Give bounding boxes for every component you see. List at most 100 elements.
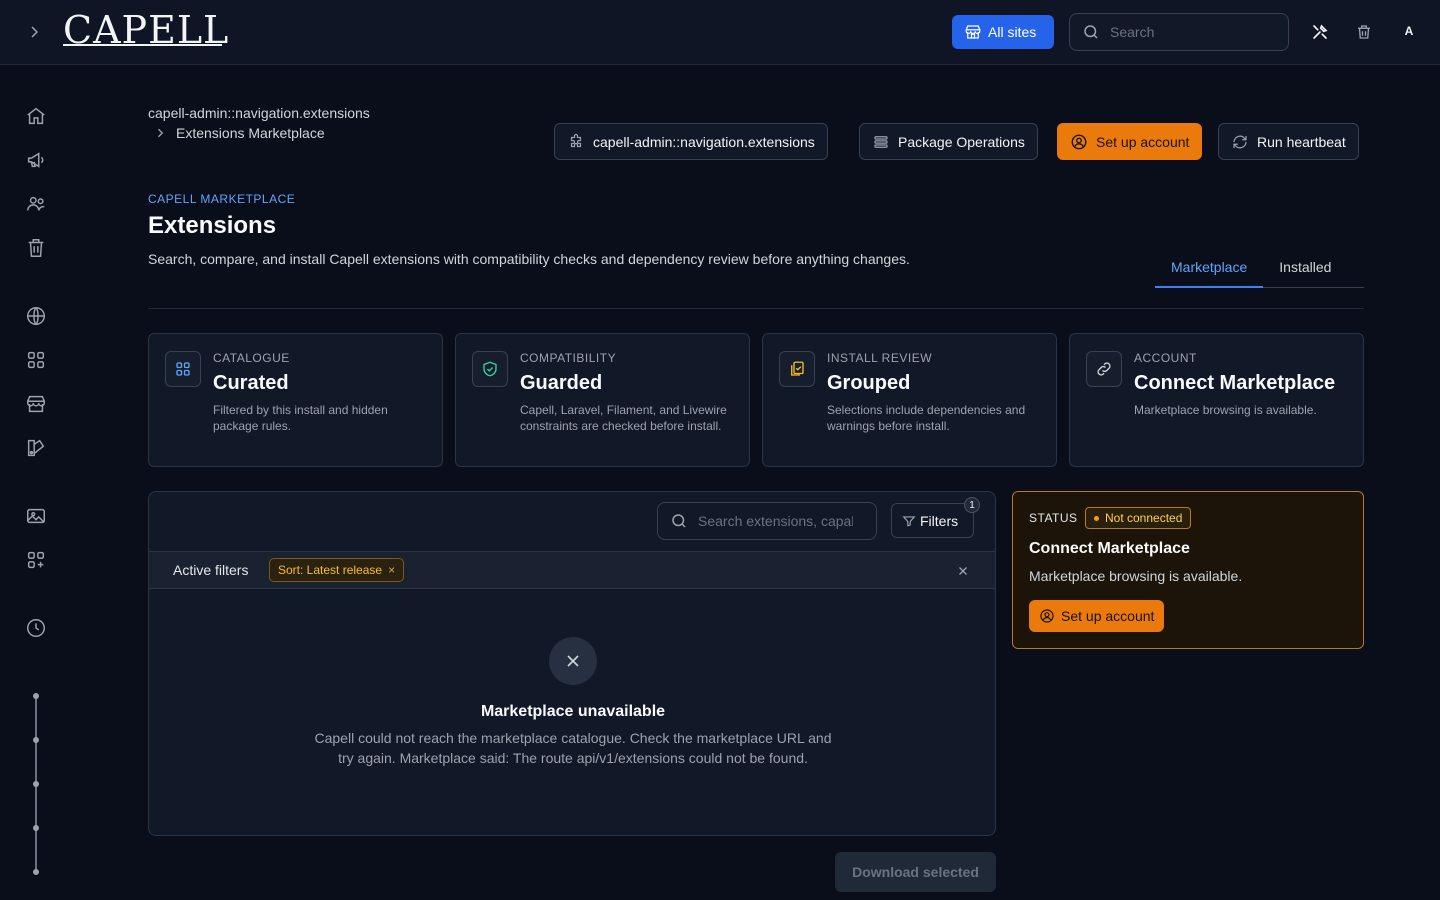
user-avatar[interactable]: A <box>1398 20 1420 42</box>
extensions-panel: Filters 1 Active filters Sort: Latest re… <box>148 491 996 836</box>
sidebar-item-announcements[interactable] <box>24 148 48 172</box>
card-description: Marketplace browsing is available. <box>1134 403 1317 417</box>
setup-account-button[interactable]: Set up account <box>1057 123 1203 160</box>
tabs: Marketplace Installed <box>1155 250 1364 288</box>
card-title: Connect Marketplace <box>1134 372 1336 394</box>
funnel-icon <box>902 515 916 526</box>
global-search[interactable] <box>1069 13 1289 51</box>
card-eyebrow: INSTALL REVIEW <box>827 351 933 365</box>
package-operations-button[interactable]: Package Operations <box>859 123 1038 160</box>
link-icon <box>1097 362 1111 376</box>
close-icon <box>959 567 967 575</box>
sidebar-item-home[interactable] <box>24 104 48 128</box>
all-sites-button[interactable]: All sites <box>952 15 1054 49</box>
filter-chip-label: Sort: Latest release <box>278 563 383 577</box>
extensions-search-input[interactable] <box>698 513 853 529</box>
storefront-icon <box>965 25 981 39</box>
status-badge-label: Not connected <box>1105 511 1183 525</box>
sidebar-item-extensions[interactable] <box>24 548 48 572</box>
page-title: Extensions <box>148 212 277 239</box>
clipboard-check-icon <box>791 361 804 376</box>
page-eyebrow: CAPELL MARKETPLACE <box>148 192 296 206</box>
sidebar-item-apps[interactable] <box>24 348 48 372</box>
tab-installed[interactable]: Installed <box>1263 250 1347 288</box>
card-title: Curated <box>213 372 289 394</box>
timeline-dot[interactable] <box>33 869 39 875</box>
card-install-review: INSTALL REVIEW Grouped Selections includ… <box>762 333 1057 467</box>
status-setup-account-button[interactable]: Set up account <box>1029 600 1165 632</box>
globe-icon <box>27 307 45 325</box>
chevron-right-icon <box>158 128 164 138</box>
trash-button[interactable] <box>1352 20 1376 44</box>
status-title: Connect Marketplace <box>1029 540 1190 557</box>
sidebar-item-users[interactable] <box>24 192 48 216</box>
status-card: STATUS Not connected Connect Marketplace… <box>1012 491 1364 649</box>
x-mark-icon <box>567 655 579 667</box>
card-account: ACCOUNT Connect Marketplace Marketplace … <box>1069 333 1364 467</box>
grid-icon <box>27 351 45 369</box>
refresh-icon <box>1233 135 1247 148</box>
clear-filters-button[interactable] <box>953 561 973 581</box>
users-icon <box>27 196 45 211</box>
squares-plus-icon <box>27 551 45 569</box>
expand-sidebar-button[interactable] <box>22 20 46 44</box>
card-icon-box <box>1086 351 1122 387</box>
setup-account-label: Set up account <box>1096 133 1190 150</box>
navigation-extensions-label: capell-admin::navigation.extensions <box>593 133 815 150</box>
timeline-dot[interactable] <box>33 781 39 787</box>
sidebar-item-sites[interactable] <box>24 304 48 328</box>
filters-button[interactable]: Filters <box>891 503 974 538</box>
card-icon-box <box>472 351 508 387</box>
clock-icon <box>27 619 45 637</box>
page-description: Search, compare, and install Capell exte… <box>148 251 910 267</box>
timeline-dot[interactable] <box>33 825 39 831</box>
trash-icon <box>28 239 44 257</box>
card-catalogue: CATALOGUE Curated Filtered by this insta… <box>148 333 443 467</box>
card-description: Filtered by this install and hidden pack… <box>213 403 388 433</box>
list-icon <box>874 135 888 148</box>
navigation-extensions-button[interactable]: capell-admin::navigation.extensions <box>554 123 828 160</box>
status-description: Marketplace browsing is available. <box>1029 568 1243 584</box>
sidebar-item-history[interactable] <box>24 616 48 640</box>
all-sites-label: All sites <box>988 24 1037 40</box>
sidebar-item-themes[interactable] <box>24 436 48 460</box>
empty-state-description: Capell could not reach the marketplace c… <box>314 730 832 766</box>
global-search-input[interactable] <box>1110 24 1270 40</box>
grid-icon <box>176 362 190 376</box>
filter-chip-sort: Sort: Latest release × <box>269 558 405 582</box>
sidebar-item-media[interactable] <box>24 504 48 528</box>
tab-marketplace[interactable]: Marketplace <box>1155 250 1264 288</box>
card-description: Capell, Laravel, Filament, and Livewire … <box>520 403 727 433</box>
sidebar-item-trash[interactable] <box>24 236 48 260</box>
logo-underline <box>63 44 222 46</box>
sidebar-item-store[interactable] <box>24 392 48 416</box>
top-bar: CAPELL All sites A <box>0 0 1440 65</box>
breadcrumb-parent[interactable]: capell-admin::navigation.extensions <box>148 105 370 121</box>
chevron-right-icon <box>31 26 39 38</box>
breadcrumb: Extensions Marketplace <box>154 125 325 141</box>
user-circle-icon <box>1040 609 1054 623</box>
search-icon <box>1084 25 1098 39</box>
extensions-search[interactable] <box>657 502 877 540</box>
run-heartbeat-button[interactable]: Run heartbeat <box>1218 123 1359 160</box>
card-description: Selections include dependencies and warn… <box>827 403 1026 433</box>
megaphone-icon <box>27 152 44 168</box>
status-badge: Not connected <box>1085 507 1192 529</box>
download-selected-button[interactable]: Download selected <box>835 852 996 892</box>
timeline-dot[interactable] <box>33 737 39 743</box>
package-operations-label: Package Operations <box>898 133 1025 150</box>
shield-check-icon <box>483 361 497 377</box>
puzzle-icon <box>570 133 582 147</box>
tools-button[interactable] <box>1308 20 1332 44</box>
card-eyebrow: CATALOGUE <box>213 351 290 365</box>
user-circle-icon <box>1071 134 1087 149</box>
image-icon <box>27 508 45 524</box>
status-dot <box>1094 515 1099 521</box>
card-icon-box <box>779 351 815 387</box>
breadcrumb-current: Extensions Marketplace <box>176 125 325 141</box>
filter-chip-remove[interactable]: × <box>388 563 395 577</box>
search-icon <box>672 514 686 528</box>
timeline-dot[interactable] <box>33 693 39 699</box>
card-eyebrow: ACCOUNT <box>1134 351 1197 365</box>
trash-icon <box>1358 25 1370 39</box>
